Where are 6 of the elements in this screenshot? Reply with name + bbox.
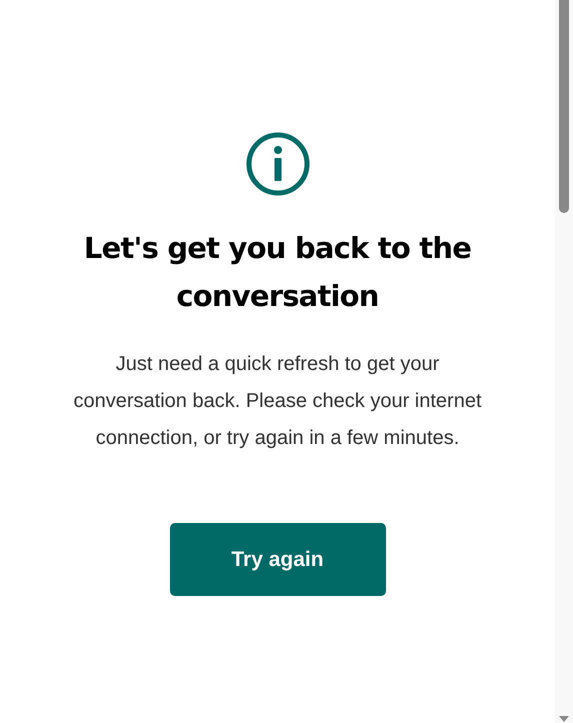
try-again-button[interactable]: Try again [170,523,386,596]
scroll-down-arrow-icon[interactable] [559,716,569,722]
heading: Let's get you back to the conversation [82,230,472,315]
info-icon [246,132,310,196]
scrollbar-thumb[interactable] [559,0,569,213]
message: Just need a quick refresh to get your conversation back. Please check your internet connection, or try again in a few minutes. [72,352,482,451]
